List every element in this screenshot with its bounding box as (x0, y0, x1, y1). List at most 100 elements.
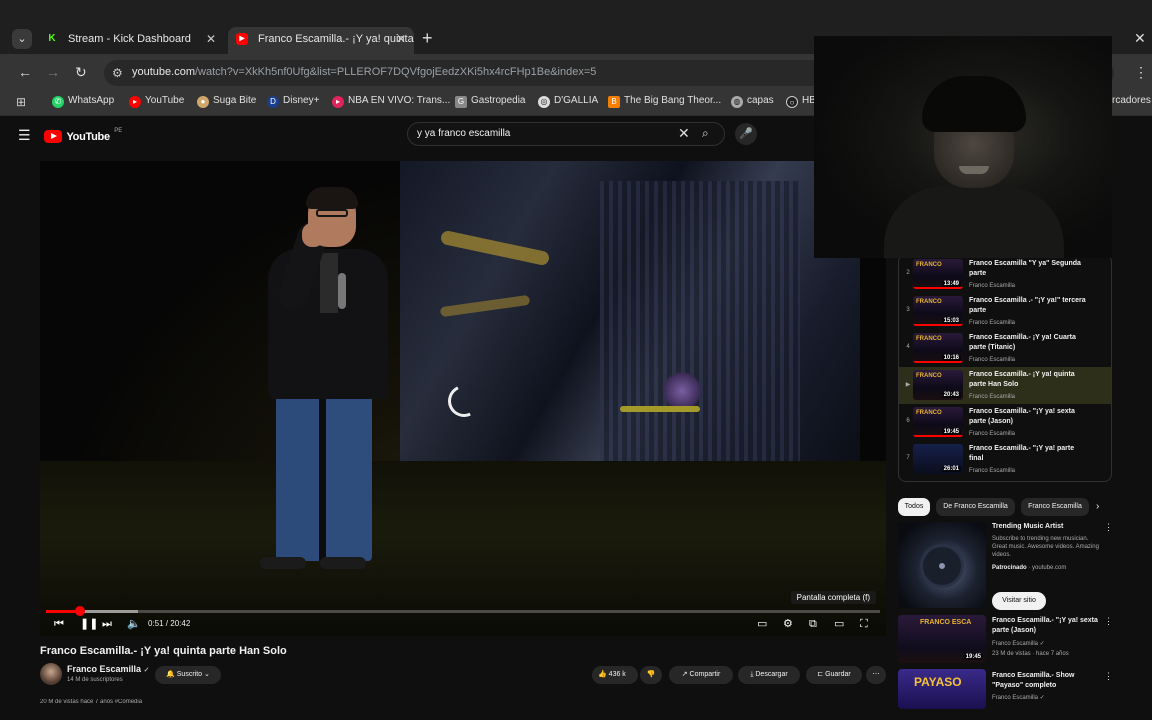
bookmark-big-bang-theory[interactable]: B The Big Bang Theor... (608, 95, 721, 108)
close-window-icon[interactable]: ✕ (1134, 30, 1146, 47)
search-icon[interactable]: ⌕ (702, 126, 709, 141)
playlist-item-current[interactable]: ▶ FRANCO 20:43 Franco Escamilla.- ¡Y ya! … (899, 367, 1111, 404)
gastropedia-icon: G (455, 96, 467, 108)
chevron-right-icon[interactable]: › (1096, 501, 1099, 512)
pause-icon[interactable]: ❚❚ (80, 618, 98, 630)
visit-site-button[interactable]: Visitar sitio (992, 592, 1046, 610)
recommendation-channel: Franco Escamilla ✓ (992, 641, 1045, 647)
playlist-item[interactable]: 6 FRANCO 19:45 Franco Escamilla.- "¡Y ya!… (899, 404, 1111, 441)
all-bookmarks-label[interactable]: rcadores (1112, 95, 1151, 106)
bookmark-whatsapp[interactable]: ✆ WhatsApp (52, 95, 114, 108)
miniplayer-icon[interactable]: ⧉ (809, 618, 817, 630)
fullscreen-tooltip: Pantalla completa (f) (790, 591, 876, 604)
next-icon[interactable]: ⏭ (102, 618, 112, 630)
subscriber-count: 14 M de suscriptores (67, 677, 123, 683)
thumbs-up-icon: 👍 (598, 671, 607, 678)
disney-icon: D (267, 96, 279, 108)
nba-icon: ▸ (332, 96, 344, 108)
recommendation-thumbnail[interactable]: PAYASO (898, 669, 986, 709)
thumbs-down-icon: 👎 (646, 671, 656, 678)
recommendation-meta: 23 M de vistas · hace 7 años (992, 651, 1069, 657)
chip-related[interactable]: Franco Escamilla (1021, 498, 1089, 516)
video-player[interactable]: Pantalla completa (f) ⏮ ❚❚ ⏭ 🔈 0:51 / 20… (40, 161, 886, 636)
bookmark-nba[interactable]: ▸ NBA EN VIVO: Trans... (332, 95, 450, 108)
download-button[interactable]: ⤓ Descargar (738, 666, 800, 684)
url-text: youtube.com/watch?v=XkKh5nf0Ufg&list=PLL… (132, 66, 597, 78)
tab-search-icon[interactable]: ⌄ (12, 29, 32, 49)
channel-avatar[interactable] (40, 663, 62, 685)
bookmark-capas[interactable]: ◍ capas (731, 95, 774, 108)
like-button[interactable]: 👍 436 k (592, 666, 638, 684)
more-options-icon[interactable]: ⋮ (1104, 671, 1113, 682)
share-icon: ↗ (681, 671, 688, 678)
playlist-panel: 2 FRANCO 13:49 Franco Escamilla "Y ya" Se… (898, 254, 1112, 482)
new-tab-button[interactable]: + (422, 29, 433, 47)
whatsapp-icon: ✆ (52, 96, 64, 108)
bookmark-dgallia[interactable]: ◎ D'GALLIA (538, 95, 598, 108)
now-playing-icon: ▶ (905, 382, 911, 388)
apps-grid-icon[interactable]: ⊞ (16, 96, 28, 108)
video-title: Franco Escamilla.- ¡Y ya! quinta parte H… (40, 645, 287, 657)
video-thumbnail: FRANCO 20:43 (913, 370, 963, 400)
fullscreen-icon[interactable]: ⛶ (860, 618, 868, 630)
hbo-icon: ○ (786, 96, 798, 108)
bookmark-disney[interactable]: D Disney+ (267, 95, 319, 108)
screen: ⌄ K Stream - Kick Dashboard ✕ ▸ Franco E… (0, 0, 1152, 720)
playlist-item[interactable]: 4 FRANCO 10:16 Franco Escamilla.- ¡Y ya! … (899, 330, 1111, 367)
webcam-overlay (814, 36, 1112, 258)
volume-icon[interactable]: 🔈 (127, 618, 141, 630)
chip-from-channel[interactable]: De Franco Escamilla (936, 498, 1015, 516)
settings-gear-icon[interactable]: ⚙ (783, 618, 793, 630)
subtitles-icon[interactable]: ▭ (757, 618, 767, 630)
tab-title: Franco Escamilla.- ¡Y ya! quinta (258, 33, 414, 45)
previous-icon[interactable]: ⏮ (54, 618, 64, 630)
tab-kick-dashboard[interactable]: K Stream - Kick Dashboard ✕ (38, 27, 224, 54)
save-button[interactable]: ⊏ Guardar (806, 666, 862, 684)
bookmark-youtube[interactable]: ▸ YouTube (129, 95, 184, 108)
playlist-item[interactable]: 3 FRANCO 15:03 Franco Escamilla .- "¡Y ya… (899, 293, 1111, 330)
video-thumbnail: FRANCO 15:03 (913, 296, 963, 326)
forward-icon[interactable]: → (46, 64, 60, 80)
recommendation-thumbnail[interactable]: FRANCO ESCA 19:45 (898, 615, 986, 663)
playlist-item[interactable]: 7 26:01 Franco Escamilla.- "¡Y ya! parte… (899, 441, 1111, 478)
reload-icon[interactable]: ↻ (75, 64, 87, 80)
more-options-icon[interactable]: ⋮ (1104, 616, 1113, 627)
close-icon[interactable]: ✕ (396, 27, 406, 51)
search-input[interactable]: y ya franco escamilla ✕ ⌕ (407, 122, 725, 146)
turntable-icon (920, 544, 964, 588)
bookmark-gastropedia[interactable]: G Gastropedia (455, 95, 525, 108)
share-button[interactable]: ↗ Compartir (669, 666, 733, 684)
ad-title[interactable]: Trending Music Artist (992, 522, 1104, 532)
search-query: y ya franco escamilla (417, 128, 511, 139)
chip-todos[interactable]: Todos (898, 498, 930, 516)
recommendation-title[interactable]: Franco Escamilla.- "¡Y ya! sexta parte (… (992, 616, 1104, 636)
theater-mode-icon[interactable]: ▭ (834, 618, 844, 630)
clear-search-icon[interactable]: ✕ (678, 125, 690, 142)
microphone-icon[interactable]: 🎤 (735, 123, 757, 145)
time-display: 0:51 / 20:42 (148, 619, 191, 628)
video-thumbnail: FRANCO 10:16 (913, 333, 963, 363)
menu-kebab-icon[interactable]: ⋮ (1134, 64, 1148, 80)
channel-name[interactable]: Franco Escamilla ✓ (67, 664, 149, 674)
back-icon[interactable]: ← (18, 64, 32, 80)
ad-thumbnail[interactable] (898, 522, 986, 608)
youtube-play-icon (44, 130, 62, 144)
close-icon[interactable]: ✕ (206, 27, 216, 51)
bookmark-suga-bite[interactable]: ● Suga Bite (197, 95, 256, 108)
video-meta-line: 20 M de vistas hace 7 años #Comedia (40, 699, 143, 705)
dgallia-icon: ◎ (538, 96, 550, 108)
bookmark-hb[interactable]: ○ HB (786, 95, 816, 108)
playlist-item[interactable]: 2 FRANCO 13:49 Franco Escamilla "Y ya" Se… (899, 256, 1111, 293)
video-thumbnail: 26:01 (913, 444, 963, 474)
tab-youtube-video[interactable]: ▸ Franco Escamilla.- ¡Y ya! quinta ✕ (228, 27, 414, 54)
recommendation-title[interactable]: Franco Escamilla.- Show "Payaso" complet… (992, 671, 1104, 691)
dislike-button[interactable]: 👎 (640, 666, 662, 684)
site-info-icon[interactable]: ⚙ (112, 66, 123, 80)
hamburger-menu-icon[interactable]: ☰ (18, 127, 31, 144)
subscribed-button[interactable]: 🔔 Suscrito ⌄ (155, 666, 221, 684)
suga-bite-icon: ● (197, 96, 209, 108)
download-icon: ⤓ (750, 671, 754, 678)
youtube-logo[interactable]: YouTube PE (44, 128, 122, 144)
more-options-icon[interactable]: ⋮ (1104, 522, 1113, 533)
more-actions-button[interactable]: ⋯ (866, 666, 886, 684)
